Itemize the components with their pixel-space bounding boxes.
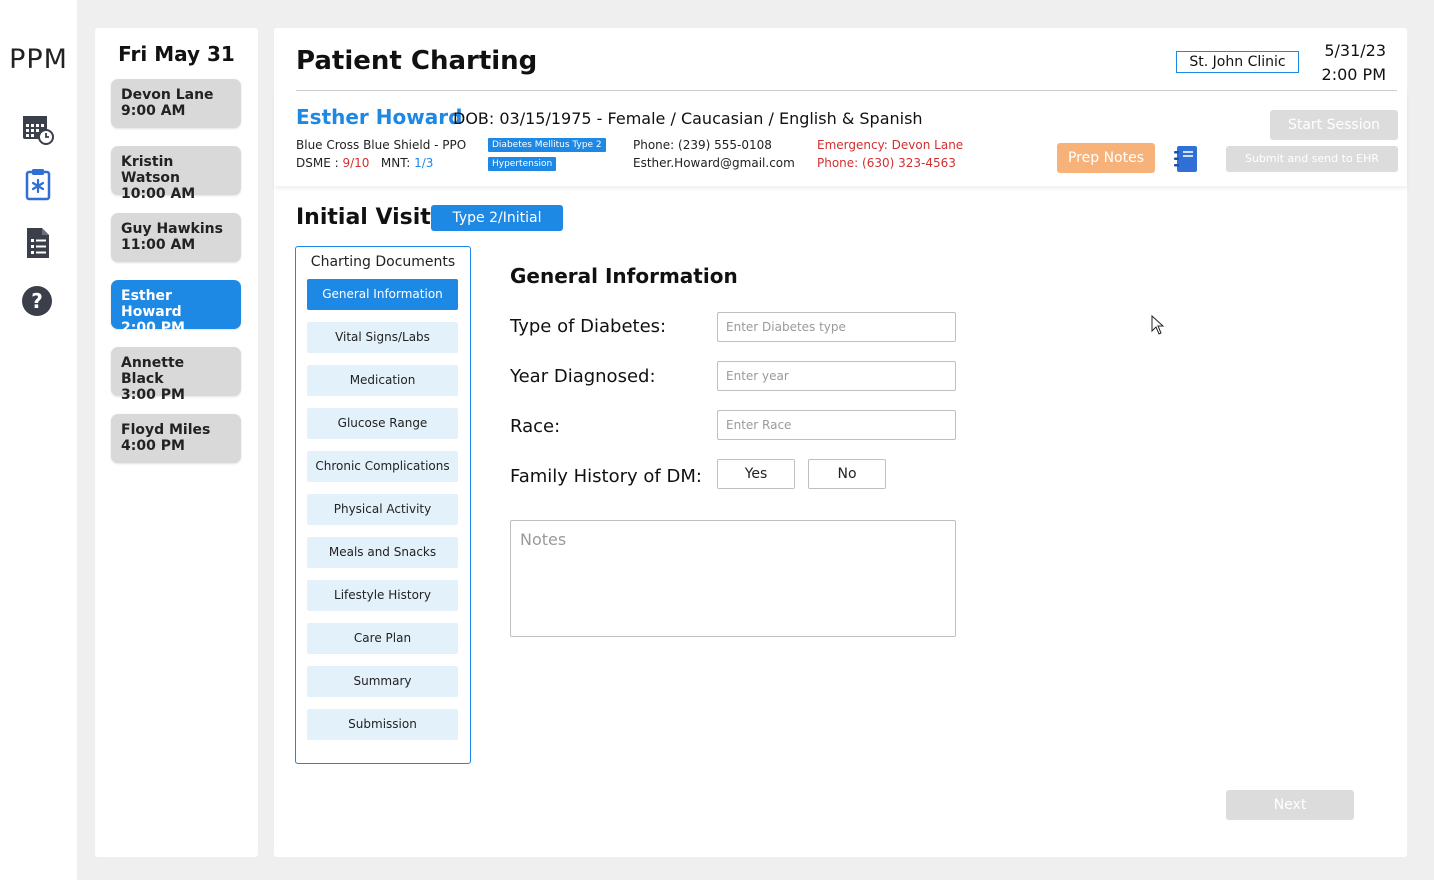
condition-tag: Hypertension <box>488 157 557 171</box>
year-diagnosed-label: Year Diagnosed: <box>510 366 656 387</box>
charting-doc-button[interactable]: Meals and Snacks <box>307 537 458 568</box>
year-diagnosed-input[interactable] <box>717 361 956 391</box>
mouse-cursor-icon <box>1151 314 1165 339</box>
appointment-card[interactable]: Annette Black 3:00 PM <box>111 347 241 403</box>
visit-title: Initial Visit <box>296 205 431 230</box>
header-time: 2:00 PM <box>1321 65 1386 84</box>
emergency-contact: Emergency: Devon Lane <box>817 138 964 152</box>
charting-doc-button[interactable]: Glucose Range <box>307 408 458 439</box>
patient-program-counts: DSME : 9/10 MNT: 1/3 <box>296 154 433 172</box>
emergency-phone: Phone: (630) 323-4563 <box>817 156 956 170</box>
appointment-name: Kristin Watson <box>121 154 181 186</box>
charting-doc-button[interactable]: Submission <box>307 709 458 740</box>
visit-type-badge: Type 2/Initial <box>431 205 563 231</box>
section-title: General Information <box>510 264 738 288</box>
appointment-time: 3:00 PM <box>121 387 185 403</box>
charting-doc-button[interactable]: Summary <box>307 666 458 697</box>
mnt-label: MNT: <box>380 156 415 170</box>
charting-doc-button[interactable]: General Information <box>307 279 458 310</box>
race-input[interactable] <box>717 410 956 440</box>
appointment-name: Devon Lane <box>121 87 214 103</box>
page-title: Patient Charting <box>296 46 538 76</box>
charting-doc-button[interactable]: Lifestyle History <box>307 580 458 611</box>
diabetes-type-input[interactable] <box>717 312 956 342</box>
patient-insurance: Blue Cross Blue Shield - PPO <box>296 138 467 152</box>
appointment-name: Guy Hawkins <box>121 221 223 237</box>
header-datetime: 5/31/23 2:00 PM <box>1322 39 1386 87</box>
charting-doc-button[interactable]: Chronic Complications <box>307 451 458 482</box>
icon-rail: PPM ? <box>0 0 77 880</box>
family-history-yes-button[interactable]: Yes <box>717 459 795 489</box>
charting-doc-button[interactable]: Medication <box>307 365 458 396</box>
appointment-time: 9:00 AM <box>121 103 186 119</box>
patient-phone: Phone: (239) 555-0108 <box>633 138 772 152</box>
start-session-button[interactable]: Start Session <box>1270 110 1398 140</box>
appointment-name: Floyd Miles <box>121 422 211 438</box>
next-button[interactable]: Next <box>1226 790 1354 820</box>
schedule-date: Fri May 31 <box>118 42 235 66</box>
charting-doc-button[interactable]: Care Plan <box>307 623 458 654</box>
appointment-card[interactable]: Guy Hawkins 11:00 AM <box>111 213 241 262</box>
appointment-time: 4:00 PM <box>121 438 185 454</box>
appointment-card[interactable]: Floyd Miles 4:00 PM <box>111 414 241 463</box>
appointment-card[interactable]: Devon Lane 9:00 AM <box>111 79 241 128</box>
race-label: Race: <box>510 416 561 437</box>
charting-documents-title: Charting Documents <box>310 254 456 270</box>
main-panel: Patient Charting St. John Clinic 5/31/23… <box>274 28 1407 857</box>
prep-notes-button[interactable]: Prep Notes <box>1057 143 1155 173</box>
notebook-icon[interactable] <box>1171 144 1201 174</box>
calendar-clock-icon[interactable] <box>20 111 56 147</box>
submit-to-ehr-button[interactable]: Submit and send to EHR <box>1226 146 1398 172</box>
header-date: 5/31/23 <box>1324 41 1386 60</box>
family-history-label: Family History of DM: <box>510 466 702 487</box>
charting-doc-button[interactable]: Physical Activity <box>307 494 458 525</box>
patient-info-strip: Esther Howard DOB: 03/15/1975 - Female /… <box>274 91 1407 186</box>
document-list-icon[interactable] <box>20 225 56 261</box>
schedule-panel: Fri May 31 Devon Lane 9:00 AM Kristin Wats… <box>95 28 258 857</box>
appointment-time: 11:00 AM <box>121 237 196 253</box>
patient-name[interactable]: Esther Howard <box>296 105 462 129</box>
appointment-name: Esther Howard <box>121 288 182 320</box>
dsme-value: 9/10 <box>342 156 370 170</box>
charting-documents-panel: Charting Documents General Information Vi… <box>295 246 471 764</box>
family-history-no-button[interactable]: No <box>808 459 886 489</box>
help-icon[interactable]: ? <box>20 283 56 319</box>
appointment-name: Annette Black <box>121 355 185 387</box>
svg-text:?: ? <box>31 289 43 313</box>
dsme-label: DSME : <box>296 156 343 170</box>
notes-textarea[interactable] <box>510 520 956 637</box>
diabetes-type-label: Type of Diabetes: <box>510 316 667 337</box>
clinic-badge: St. John Clinic <box>1176 51 1299 73</box>
patient-demographics: DOB: 03/15/1975 - Female / Caucasian / E… <box>453 109 923 128</box>
app-logo: PPM <box>9 44 68 75</box>
clipboard-medical-icon[interactable] <box>20 166 56 202</box>
appointment-card[interactable]: Kristin Watson 10:00 AM <box>111 146 241 202</box>
appointment-card[interactable]: Esther Howard 2:00 PM <box>111 280 241 336</box>
charting-doc-button[interactable]: Vital Signs/Labs <box>307 322 458 353</box>
patient-email: Esther.Howard@gmail.com <box>633 156 795 170</box>
appointment-time: 2:00 PM <box>121 320 185 336</box>
condition-tag: Diabetes Mellitus Type 2 <box>488 138 606 152</box>
mnt-value: 1/3 <box>414 156 434 170</box>
appointment-time: 10:00 AM <box>121 186 196 202</box>
